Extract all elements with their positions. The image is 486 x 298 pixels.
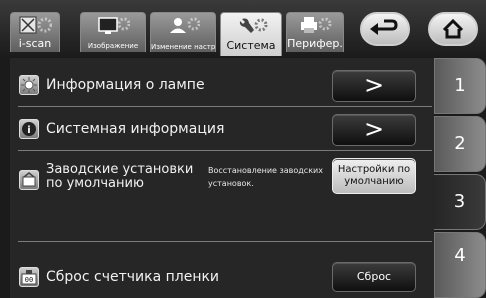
scan-icon: [19, 16, 52, 34]
page-tab-4[interactable]: 4: [434, 232, 486, 298]
factory-defaults-label: Заводские установки по умолчанию: [46, 162, 194, 191]
info-icon: i: [19, 119, 39, 139]
film-counter-icon: 00: [19, 267, 39, 287]
tab-i-scan[interactable]: i-scan: [10, 12, 60, 52]
factory-reset-icon: [19, 170, 39, 190]
page-tab-3[interactable]: 3: [434, 174, 486, 230]
back-arrow-icon: [370, 19, 398, 35]
monitor-icon: [98, 17, 130, 34]
page-tab-1[interactable]: 1: [434, 58, 486, 114]
factory-defaults-description: Восстановление заводских установок.: [208, 166, 323, 188]
system-info-label: Системная информация: [46, 121, 225, 137]
row-factory-defaults: Заводские установки по умолчанию Восстан…: [10, 150, 434, 206]
lamp-info-open-button[interactable]: >: [332, 70, 416, 102]
wrench-icon: [239, 18, 268, 33]
tab-label: Изображение: [87, 42, 139, 50]
tab-label: Система: [226, 39, 276, 52]
row-lamp-info: Информация о лампе >: [10, 58, 434, 106]
top-tab-bar: i-scan Изображение Изменение настроек: [0, 0, 486, 56]
screen: i-scan Изображение Изменение настроек: [0, 0, 486, 298]
row-film-counter-reset: 00 Сброс счетчика пленки Сброс: [10, 241, 434, 298]
back-button[interactable]: [360, 12, 410, 46]
home-icon: [442, 18, 464, 39]
film-counter-reset-button[interactable]: Сброс: [332, 262, 416, 292]
svg-text:00: 00: [25, 276, 33, 284]
film-counter-reset-label: Сброс счетчика пленки: [46, 269, 220, 285]
tab-peripherals[interactable]: Перифер.: [286, 12, 344, 52]
row-system-info: i Системная информация >: [10, 106, 434, 150]
printer-icon: [301, 17, 332, 33]
page-tabs: 1 2 3 4: [434, 58, 486, 298]
tab-label: Перифер.: [287, 37, 343, 50]
svg-text:i: i: [27, 125, 30, 136]
lamp-icon: [19, 75, 39, 95]
tab-system[interactable]: Система: [220, 12, 282, 56]
settings-panel: Информация о лампе > i Системная информа…: [10, 58, 434, 298]
system-info-open-button[interactable]: >: [332, 114, 416, 146]
tab-image[interactable]: Изображение: [80, 12, 146, 52]
tab-label: Изменение настроек: [151, 43, 216, 51]
home-button[interactable]: [428, 12, 478, 46]
page-tab-2[interactable]: 2: [434, 116, 486, 172]
factory-defaults-button[interactable]: Настройки по умолчанию: [332, 158, 416, 194]
user-settings-icon: [170, 17, 200, 33]
lamp-info-label: Информация о лампе: [46, 77, 205, 93]
tab-settings-change[interactable]: Изменение настроек: [150, 12, 216, 52]
tab-label: i-scan: [18, 37, 52, 50]
